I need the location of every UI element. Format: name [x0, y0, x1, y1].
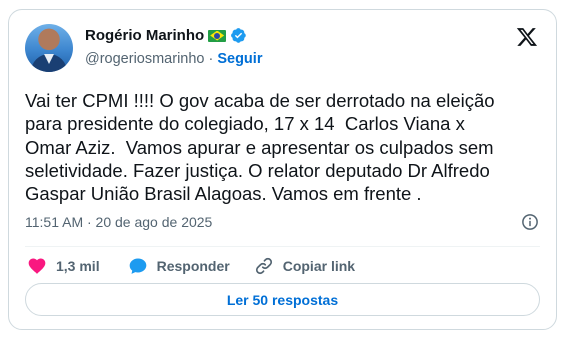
reply-bubble-icon	[129, 258, 146, 274]
link-icon	[255, 257, 272, 275]
info-icon[interactable]	[521, 213, 539, 231]
tweet-card: Rogério Marinho @rogeriosmarinho · Segui…	[8, 9, 557, 330]
reply-button[interactable]: Responder	[128, 256, 230, 276]
author-handle[interactable]: @rogeriosmarinho	[85, 51, 205, 67]
author-name[interactable]: Rogério Marinho	[85, 27, 204, 44]
like-button[interactable]: 1,3 mil	[27, 256, 100, 276]
brazil-flag-icon	[208, 29, 227, 42]
action-bar: 1,3 mil Responder Copiar link	[27, 255, 355, 277]
copy-link-button[interactable]: Copiar link	[254, 256, 355, 276]
tweet-timestamp[interactable]: 11:51 AM · 20 de ago de 2025	[25, 214, 212, 230]
verified-badge-icon	[231, 28, 246, 43]
handle-row: @rogeriosmarinho · Seguir	[85, 51, 262, 67]
author-name-row: Rogério Marinho	[85, 27, 247, 44]
x-logo-icon[interactable]	[516, 26, 538, 48]
follow-button[interactable]: Seguir	[217, 51, 262, 67]
like-count: 1,3 mil	[56, 258, 100, 274]
reply-label: Responder	[156, 258, 230, 274]
read-replies-button[interactable]: Ler 50 respostas	[25, 283, 540, 316]
tweet-text: Vai ter CPMI !!!! O gov acaba de ser der…	[25, 90, 495, 205]
separator-dot: ·	[208, 51, 214, 67]
copy-link-label: Copiar link	[282, 258, 356, 274]
divider	[25, 246, 540, 247]
heart-icon	[28, 258, 46, 274]
avatar[interactable]	[25, 24, 73, 72]
